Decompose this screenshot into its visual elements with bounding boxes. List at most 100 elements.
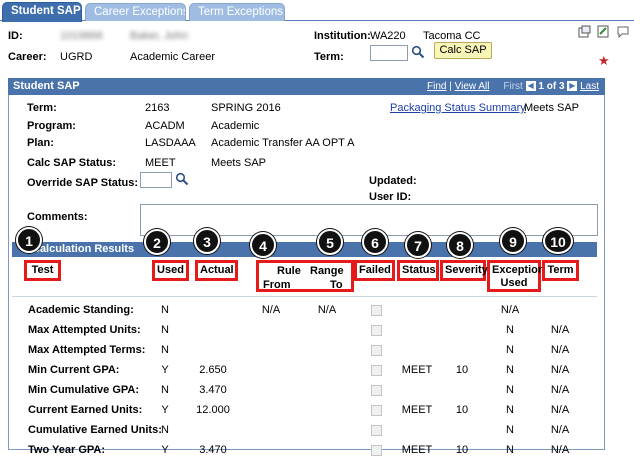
row-severity: 10 [455, 444, 469, 456]
column-header-failed: Failed [354, 260, 395, 281]
results-divider [12, 296, 597, 297]
updated-label: Updated: [369, 175, 417, 187]
exception-label: Exception [492, 264, 545, 276]
help-icon[interactable] [616, 25, 629, 39]
tab-term-exceptions[interactable]: Term Exceptions [189, 3, 285, 21]
tab-career-exceptions[interactable]: Career Exceptions [85, 3, 186, 21]
tab-student-sap[interactable]: Student SAP [2, 2, 82, 22]
column-header-test: Test [24, 260, 61, 281]
row-severity: 10 [455, 364, 469, 376]
row-used: Y [161, 444, 169, 456]
failed-checkbox [371, 385, 382, 396]
program-label: Program: [27, 120, 76, 132]
marker-5: 5 [317, 229, 343, 255]
career-code: UGRD [60, 51, 93, 63]
exception-used-label: Used [500, 277, 528, 289]
career-label: Career: [8, 51, 47, 63]
row-exception-used: N [506, 384, 514, 396]
rule-label: Rule [277, 265, 301, 277]
row-exception-used: N [506, 324, 514, 336]
edit-icon[interactable] [597, 25, 610, 38]
column-header-rule-range: Rule Range From To [256, 260, 354, 292]
new-window-icon[interactable] [578, 25, 591, 38]
previous-arrow-icon[interactable]: ◀ [525, 81, 536, 92]
institution-code: WA220 [370, 30, 406, 42]
column-header-status: Status [397, 260, 439, 281]
column-header-exception-used: Exception Used [487, 260, 545, 292]
marker-9: 9 [500, 228, 526, 254]
plan-code: LASDAAA [145, 137, 196, 149]
calculation-results-title: Calculation Results [32, 243, 135, 255]
row-test-label: Two Year GPA: [28, 444, 106, 456]
calc-sap-status-label: Calc SAP Status: [27, 157, 117, 169]
required-star-icon: ★ [598, 53, 610, 68]
row-test-label: Min Cumulative GPA: [28, 384, 140, 396]
row-term: N/A [550, 424, 570, 436]
plan-desc: Academic Transfer AA OPT A [211, 137, 355, 149]
last-link[interactable]: Last [580, 81, 599, 92]
failed-checkbox [371, 345, 382, 356]
marker-7: 7 [405, 232, 431, 258]
panel-term-desc: SPRING 2016 [211, 102, 281, 114]
row-exception-used: N [506, 344, 514, 356]
row-term: N/A [550, 324, 570, 336]
row-used: Y [161, 404, 169, 416]
row-exception-used: N [506, 364, 514, 376]
row-range-to: N/A [317, 304, 337, 316]
row-exception-used: N [506, 424, 514, 436]
institution-name: Tacoma CC [423, 30, 481, 42]
view-all-link[interactable]: View All [455, 81, 490, 92]
panel-title: Student SAP [13, 80, 80, 92]
calc-sap-status-code: MEET [145, 157, 176, 169]
packaging-status-link[interactable]: Packaging Status Summary [390, 102, 526, 114]
row-status: MEET [401, 404, 433, 416]
row-used: N [161, 344, 169, 356]
program-desc: Academic [211, 120, 260, 132]
row-term: N/A [550, 364, 570, 376]
first-link[interactable]: First [503, 81, 522, 92]
row-term: N/A [550, 444, 570, 456]
panel-term-code: 2163 [145, 102, 170, 114]
marker-10: 10 [543, 228, 573, 254]
range-label: Range [310, 265, 344, 277]
id-label: ID: [8, 30, 23, 42]
column-header-actual: Actual [195, 260, 238, 281]
find-link[interactable]: Find [427, 81, 446, 92]
term-label: Term: [314, 51, 344, 63]
row-test-label: Cumulative Earned Units: [28, 424, 162, 436]
marker-3: 3 [194, 228, 220, 254]
failed-checkbox [371, 425, 382, 436]
row-severity: 10 [455, 404, 469, 416]
row-actual: 12.000 [196, 404, 230, 416]
calc-sap-button[interactable]: Calc SAP [434, 42, 492, 59]
override-sap-status-input[interactable] [140, 172, 172, 188]
row-test-label: Academic Standing: [28, 304, 134, 316]
panel-navigation: Find | View All First ◀ 1 of 3 ▶ Last [427, 81, 599, 92]
row-actual: 2.650 [199, 364, 227, 376]
row-term: N/A [550, 344, 570, 356]
column-header-used: Used [152, 260, 189, 281]
row-term: N/A [550, 384, 570, 396]
row-rule-from: N/A [261, 304, 281, 316]
term-input[interactable] [370, 45, 408, 61]
row-term: N/A [550, 404, 570, 416]
lookup-icon[interactable] [411, 45, 425, 59]
column-header-severity: Severity [440, 260, 488, 281]
row-used: Y [161, 364, 169, 376]
calc-sap-status-desc: Meets SAP [211, 157, 267, 169]
student-sap-panel-header: Student SAP Find | View All First ◀ 1 of… [8, 78, 605, 95]
from-label: From [263, 279, 291, 291]
failed-checkbox [371, 365, 382, 376]
marker-1: 1 [16, 227, 42, 253]
packaging-status-value: Meets SAP [524, 102, 580, 114]
row-actual: 3.470 [199, 444, 227, 456]
row-exception-used: N [506, 444, 514, 456]
failed-checkbox [371, 405, 382, 416]
marker-6: 6 [362, 229, 388, 255]
lookup-icon[interactable] [175, 172, 189, 186]
next-arrow-icon[interactable]: ▶ [567, 81, 578, 92]
marker-4: 4 [250, 232, 276, 258]
row-used: N [161, 324, 169, 336]
row-exception-used: N/A [500, 304, 520, 316]
student-name: Baker, John [130, 30, 189, 42]
